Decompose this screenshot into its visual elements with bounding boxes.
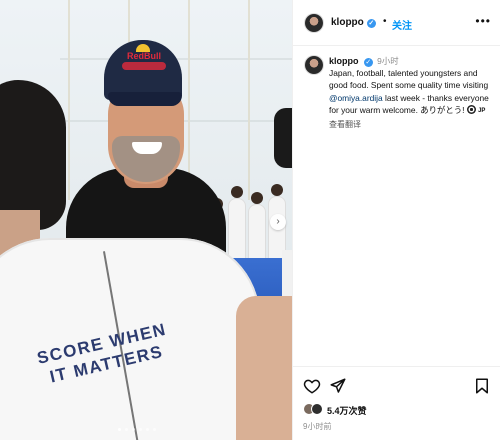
carousel-dots bbox=[118, 428, 156, 431]
man-smile bbox=[132, 142, 162, 154]
header-username-text[interactable]: kloppo bbox=[331, 17, 364, 28]
japan-flag-icon: JP bbox=[478, 107, 486, 114]
verified-badge-icon: ✓ bbox=[366, 19, 376, 28]
more-options-icon[interactable]: ••• bbox=[475, 14, 491, 28]
caption-text-before: Japan, football, talented youngsters and… bbox=[329, 68, 489, 91]
avatar[interactable] bbox=[305, 56, 323, 74]
caption-body: kloppo ✓ 9小时 Japan, football, talented y… bbox=[329, 55, 495, 131]
bookmark-icon[interactable] bbox=[473, 377, 491, 395]
instagram-post-modal: RedBull SCORE WHEN IT MATTERS › kloppo✓ bbox=[0, 0, 500, 440]
carousel-dot bbox=[146, 428, 149, 431]
carousel-dot bbox=[125, 428, 128, 431]
avatar[interactable] bbox=[305, 14, 323, 32]
foreground-arm bbox=[236, 296, 292, 440]
header-username[interactable]: kloppo ✓ bbox=[331, 17, 376, 28]
cap-logo-bulls bbox=[122, 62, 166, 70]
post-header: kloppo ✓ • 关注 ••• bbox=[293, 0, 500, 46]
see-translation-link[interactable]: 查看翻译 bbox=[329, 119, 495, 131]
chevron-right-icon: › bbox=[276, 216, 280, 227]
edge-player-head bbox=[274, 108, 292, 168]
post-actions: 5.4万次赞 9小时前 bbox=[293, 366, 500, 440]
post-photo[interactable]: RedBull SCORE WHEN IT MATTERS › bbox=[0, 0, 292, 440]
carousel-dot bbox=[132, 428, 135, 431]
caption-username[interactable]: kloppo bbox=[329, 56, 359, 66]
liker-avatar bbox=[311, 403, 323, 415]
send-icon[interactable] bbox=[329, 377, 347, 395]
carousel-dot bbox=[118, 428, 121, 431]
foreground-boy-hair bbox=[0, 80, 66, 230]
post-side-panel: kloppo ✓ • 关注 ••• kloppo ✓ 9小时 Japan, foo… bbox=[292, 0, 500, 440]
caption-time: 9小时 bbox=[377, 56, 399, 66]
verified-badge-icon: ✓ bbox=[363, 58, 373, 67]
cap-logo-text: RedBull bbox=[126, 51, 161, 61]
soccer-ball-icon bbox=[466, 104, 476, 114]
follow-button[interactable]: 关注 bbox=[392, 17, 412, 32]
mention-link[interactable]: @omiya.ardija bbox=[329, 93, 383, 103]
post-timestamp: 9小时前 bbox=[303, 422, 332, 431]
cap-brim bbox=[108, 92, 182, 106]
carousel-next-button[interactable]: › bbox=[270, 214, 286, 230]
header-separator: • bbox=[383, 16, 387, 27]
carousel-dot bbox=[153, 428, 156, 431]
heart-icon[interactable] bbox=[303, 377, 321, 395]
likes-count[interactable]: 5.4万次赞 bbox=[327, 404, 367, 417]
carousel-dot bbox=[139, 428, 142, 431]
